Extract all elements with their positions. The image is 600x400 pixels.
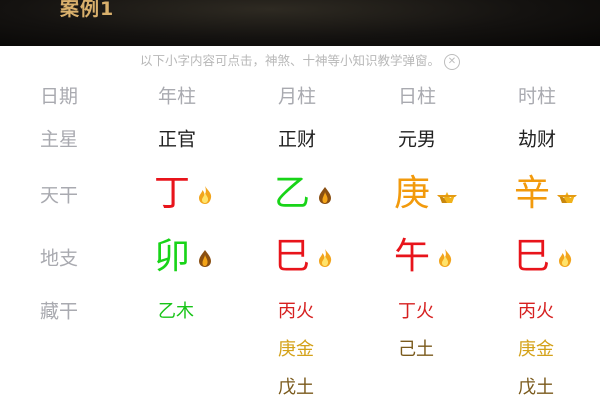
close-circle-icon[interactable]: ✕ [444,54,460,70]
hidden-stem-item[interactable]: 戊土 [518,373,554,399]
column-head: 时柱 [518,85,557,108]
earthly-branch-char: 卯 [154,236,191,277]
wood-icon [316,176,334,212]
main-star-value[interactable]: 元男 [398,125,436,152]
earthly-branch-char: 午 [394,236,431,277]
hint-text: 以下小字内容可点击，神煞、十神等小知识教学弹窗。 [139,53,440,68]
hidden-stem-item[interactable]: 己土 [398,335,434,361]
row-label-heavenly-stem: 天干 [40,184,79,207]
main-star-value[interactable]: 正官 [158,125,196,152]
row-label-date: 日期 [40,85,79,108]
hidden-stem-item[interactable]: 丁火 [398,297,434,323]
hidden-stem-item[interactable]: 戊土 [278,373,314,399]
column-head: 日柱 [398,85,437,108]
main-star-value[interactable]: 劫财 [518,125,556,152]
column-head: 年柱 [158,85,197,108]
row-label-hidden-stem: 藏干 [40,300,79,323]
fire-icon [556,239,574,275]
header-banner: 案例1 [0,0,600,46]
fire-icon [436,239,454,275]
hidden-stem-item[interactable]: 庚金 [518,335,554,361]
heavenly-stem-cell[interactable]: 辛 [514,176,578,212]
hidden-stem-item[interactable]: 丙火 [278,297,314,323]
heavenly-stem-char: 辛 [514,173,551,214]
heavenly-stem-char: 丁 [154,173,191,214]
heavenly-stem-cell[interactable]: 庚 [394,176,458,212]
column-head: 月柱 [278,85,317,108]
wood-icon [196,239,214,275]
fire-icon [316,239,334,275]
earthly-branch-cell[interactable]: 巳 [274,239,334,275]
main-star-value[interactable]: 正财 [278,125,316,152]
earthly-branch-cell[interactable]: 卯 [154,239,214,275]
heavenly-stem-char: 庚 [394,173,431,214]
hint-notice: 以下小字内容可点击，神煞、十神等小知识教学弹窗。 ✕ [0,50,600,70]
row-label-earthly-branch: 地支 [40,247,79,270]
hidden-stem-item[interactable]: 丙火 [518,297,554,323]
hidden-stem-item[interactable]: 庚金 [278,335,314,361]
gold-icon [556,176,578,212]
row-label-main-star: 主星 [40,128,79,151]
earthly-branch-cell[interactable]: 午 [394,239,454,275]
heavenly-stem-char: 乙 [274,173,311,214]
heavenly-stem-cell[interactable]: 乙 [274,176,334,212]
hidden-stem-item[interactable]: 乙木 [158,297,194,323]
fire-icon [196,176,214,212]
earthly-branch-char: 巳 [514,236,551,277]
gold-icon [436,176,458,212]
earthly-branch-char: 巳 [274,236,311,277]
heavenly-stem-cell[interactable]: 丁 [154,176,214,212]
earthly-branch-cell[interactable]: 巳 [514,239,574,275]
case-title: 案例1 [60,0,115,20]
